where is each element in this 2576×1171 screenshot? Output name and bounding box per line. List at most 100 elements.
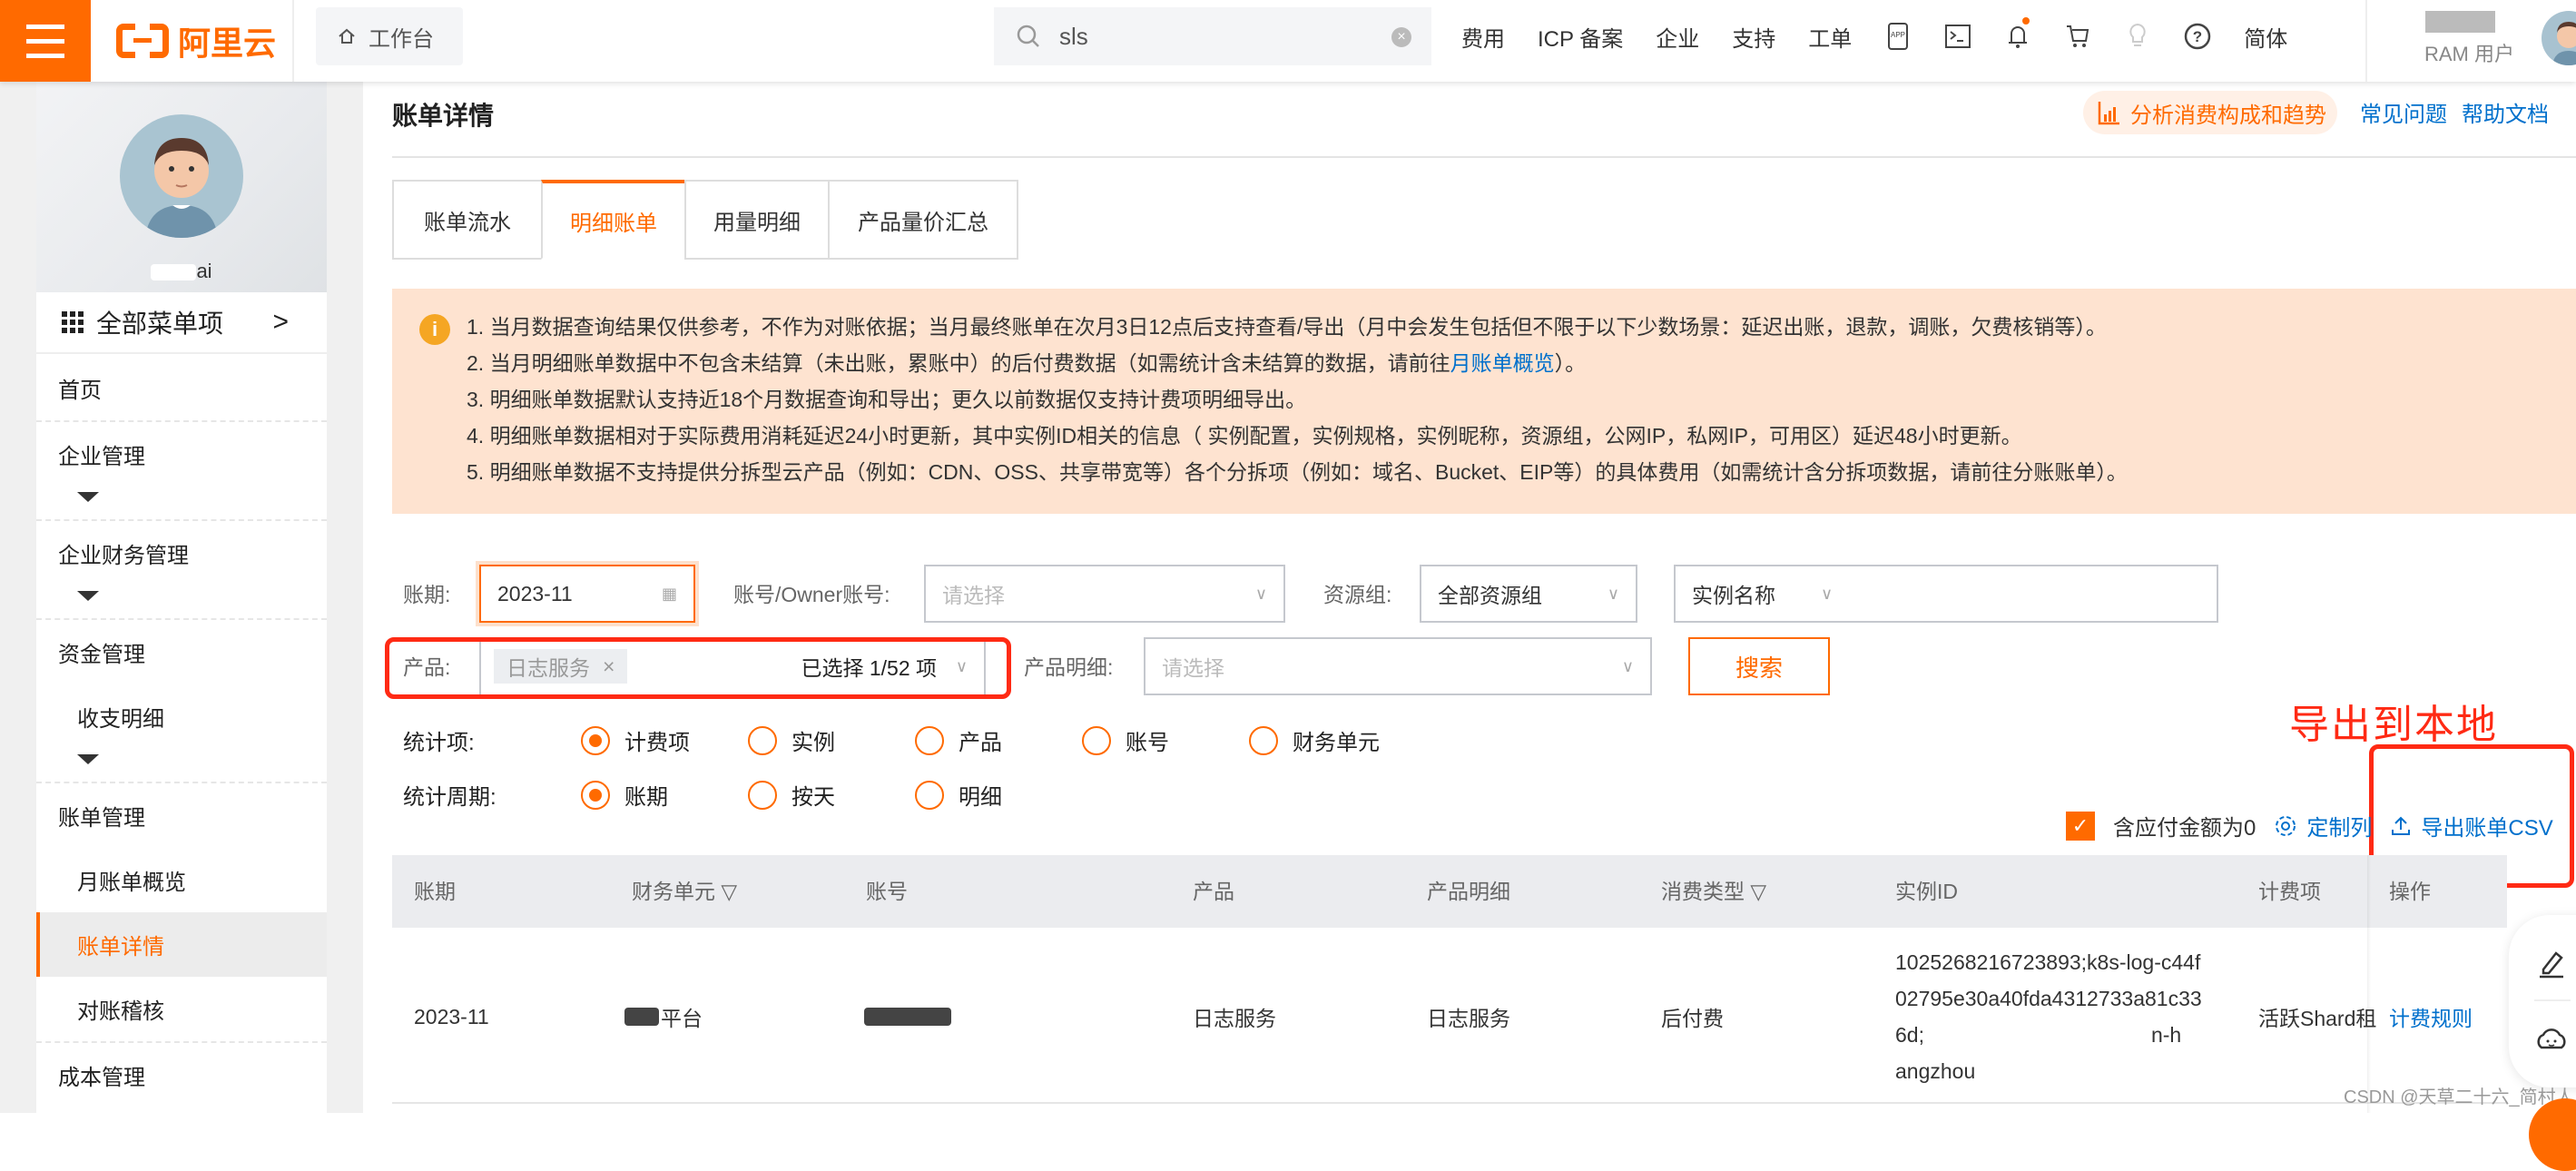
sidebar-item-reconciliation[interactable]: 对账稽核	[36, 977, 327, 1041]
home-icon	[339, 28, 355, 44]
clear-search-icon[interactable]: ×	[1391, 27, 1411, 47]
account-placeholder: 请选择	[942, 584, 1005, 607]
include-zero-checkbox[interactable]: ✓	[2066, 811, 2095, 841]
user-menu[interactable]: RAM 用户	[2387, 11, 2514, 67]
product-detail-placeholder: 请选择	[1162, 656, 1224, 680]
app-icon[interactable]: APP	[1884, 23, 1912, 50]
caret-down-icon[interactable]	[36, 586, 327, 618]
global-search-input[interactable]: sls ×	[994, 7, 1431, 65]
sidebar-item-monthly-overview[interactable]: 月账单概览	[36, 848, 327, 912]
tab-usage-detail[interactable]: 用量明细	[684, 180, 828, 260]
col-finance-unit[interactable]: 财务单元 ▽	[632, 855, 737, 928]
sidebar-item-bill-details[interactable]: 账单详情	[36, 912, 327, 977]
assistant-cloud-icon[interactable]	[2536, 1024, 2567, 1055]
faq-link[interactable]: 常见问题	[2360, 96, 2447, 128]
aliyun-logo[interactable]: 阿里云	[116, 20, 276, 62]
sidebar-item-home[interactable]: 首页	[36, 356, 327, 420]
floating-action-button[interactable]	[2529, 1098, 2576, 1171]
help-docs-link[interactable]: 帮助文档	[2462, 96, 2549, 128]
sidebar-item-income-expense[interactable]: 收支明细	[36, 684, 327, 749]
fixed-column-shadow	[2367, 855, 2371, 1113]
customize-columns-button[interactable]: 定制列	[2274, 810, 2372, 841]
nav-fees[interactable]: 费用	[1461, 21, 1505, 53]
product-detail-label: 产品明细:	[1024, 655, 1114, 679]
cell-instance-id: 1025268216723893;k8s-log-c44f 02795e30a4…	[1895, 950, 2202, 1083]
svg-text:?: ?	[2193, 28, 2202, 45]
user-avatar[interactable]	[2542, 11, 2576, 65]
divider	[292, 0, 294, 82]
sidebar-item-enterprise-finance[interactable]: 企业财务管理	[36, 521, 327, 586]
sidebar-item-enterprise-management[interactable]: 企业管理	[36, 422, 327, 487]
search-button[interactable]: 搜索	[1688, 637, 1830, 695]
radio-finance-unit[interactable]: 财务单元	[1249, 724, 1380, 756]
radio-billing-item[interactable]: 计费项	[581, 724, 748, 756]
user-name-redacted	[2387, 11, 2514, 33]
logo-text: 阿里云	[178, 25, 277, 62]
analyze-trend-button[interactable]: 分析消费构成和趋势	[2083, 91, 2337, 134]
chevron-right-icon: >	[272, 307, 289, 337]
sidebar-item-fund-management[interactable]: 资金管理	[36, 620, 327, 684]
radio-account[interactable]: 账号	[1082, 724, 1249, 756]
terminal-icon[interactable]	[1944, 23, 1971, 50]
cell-consume-type: 后付费	[1661, 1007, 1724, 1030]
chevron-down-icon: ∨	[1821, 584, 1834, 603]
radio-product[interactable]: 产品	[915, 724, 1082, 756]
header-links: 常见问题 帮助文档	[2360, 96, 2549, 128]
radio-daily[interactable]: 按天	[748, 779, 915, 811]
hamburger-menu-button[interactable]	[0, 0, 91, 82]
product-detail-select[interactable]: 请选择 ∨	[1144, 637, 1652, 695]
avatar	[120, 114, 243, 238]
workbench-button[interactable]: 工作台	[316, 7, 463, 65]
notice-line: 3. 明细账单数据默认支持近18个月数据查询和导出；更久以前数据仅支持计费项明细…	[467, 388, 1307, 411]
monthly-overview-link[interactable]: 月账单概览	[1450, 351, 1555, 375]
tab-product-price-summary[interactable]: 产品量价汇总	[828, 180, 1018, 260]
cell-account	[864, 930, 951, 1104]
annotation-highlight-product	[385, 637, 1011, 699]
caret-down-icon[interactable]	[36, 749, 327, 782]
account-select[interactable]: 请选择 ∨	[924, 565, 1285, 623]
tab-detail-bill[interactable]: 明细账单	[541, 180, 684, 260]
resource-group-select[interactable]: 全部资源组 ∨	[1420, 565, 1637, 623]
col-account: 账号	[866, 880, 908, 903]
nav-icp[interactable]: ICP 备案	[1538, 21, 1623, 53]
billing-rules-link[interactable]: 计费规则	[2389, 930, 2473, 1104]
all-menu-button[interactable]: 全部菜单项 >	[36, 292, 327, 354]
col-instance-id: 实例ID	[1895, 880, 1958, 903]
period-picker[interactable]: 2023-11 ▦	[479, 565, 695, 623]
profile-name: ai	[36, 260, 327, 283]
col-billing-item: 计费项	[2258, 880, 2321, 903]
bell-icon[interactable]	[2004, 17, 2031, 50]
radio-instance[interactable]: 实例	[748, 724, 915, 756]
sidebar: ai 全部菜单项 > 首页 企业管理 企业财务管理 资金管理 收支明细 账单管理…	[36, 82, 327, 1113]
export-csv-button[interactable]: 导出账单CSV	[2390, 810, 2553, 841]
grid-icon	[62, 311, 84, 333]
filter-icon: ▽	[721, 880, 738, 903]
cell-billing-item: 活跃Shard租	[2258, 1007, 2377, 1030]
help-icon[interactable]: ?	[2184, 23, 2211, 50]
chevron-down-icon: ∨	[1254, 584, 1267, 603]
cart-icon[interactable]	[2064, 23, 2091, 50]
language-switch[interactable]: 简体	[2244, 21, 2287, 53]
nav-support[interactable]: 支持	[1732, 21, 1775, 53]
nav-ticket[interactable]: 工单	[1808, 21, 1852, 53]
lightbulb-icon[interactable]	[2124, 23, 2151, 50]
upload-icon	[2392, 816, 2411, 835]
col-consume-type[interactable]: 消费类型 ▽	[1661, 855, 1766, 928]
sidebar-item-cost-management[interactable]: 成本管理	[36, 1043, 327, 1107]
chevron-down-icon: ∨	[1621, 656, 1634, 675]
table-header: 账期 财务单元 ▽ 账号 产品 产品明细 消费类型 ▽ 实例ID 计费项 操作	[392, 855, 2507, 928]
nav-enterprise[interactable]: 企业	[1656, 21, 1699, 53]
cell-product-detail: 日志服务	[1427, 1007, 1510, 1030]
caret-down-icon[interactable]	[36, 487, 327, 519]
edit-feedback-icon[interactable]	[2536, 948, 2567, 979]
col-period: 账期	[414, 880, 456, 903]
cell-product: 日志服务	[1193, 1007, 1276, 1030]
tab-bill-flow[interactable]: 账单流水	[392, 180, 541, 260]
sidebar-item-bill-management[interactable]: 账单管理	[36, 783, 327, 848]
instance-name-select[interactable]: 实例名称 ∨	[1674, 565, 2218, 623]
include-zero-label: 含应付金额为0	[2113, 816, 2256, 841]
radio-detail[interactable]: 明细	[915, 779, 1002, 811]
radio-period[interactable]: 账期	[581, 779, 748, 811]
top-navigation-bar: 阿里云 工作台 sls × 费用 ICP 备案 企业 支持 工单 APP ? 简…	[0, 0, 2576, 82]
top-nav: 费用 ICP 备案 企业 支持 工单 APP ? 简体	[1461, 0, 2320, 73]
